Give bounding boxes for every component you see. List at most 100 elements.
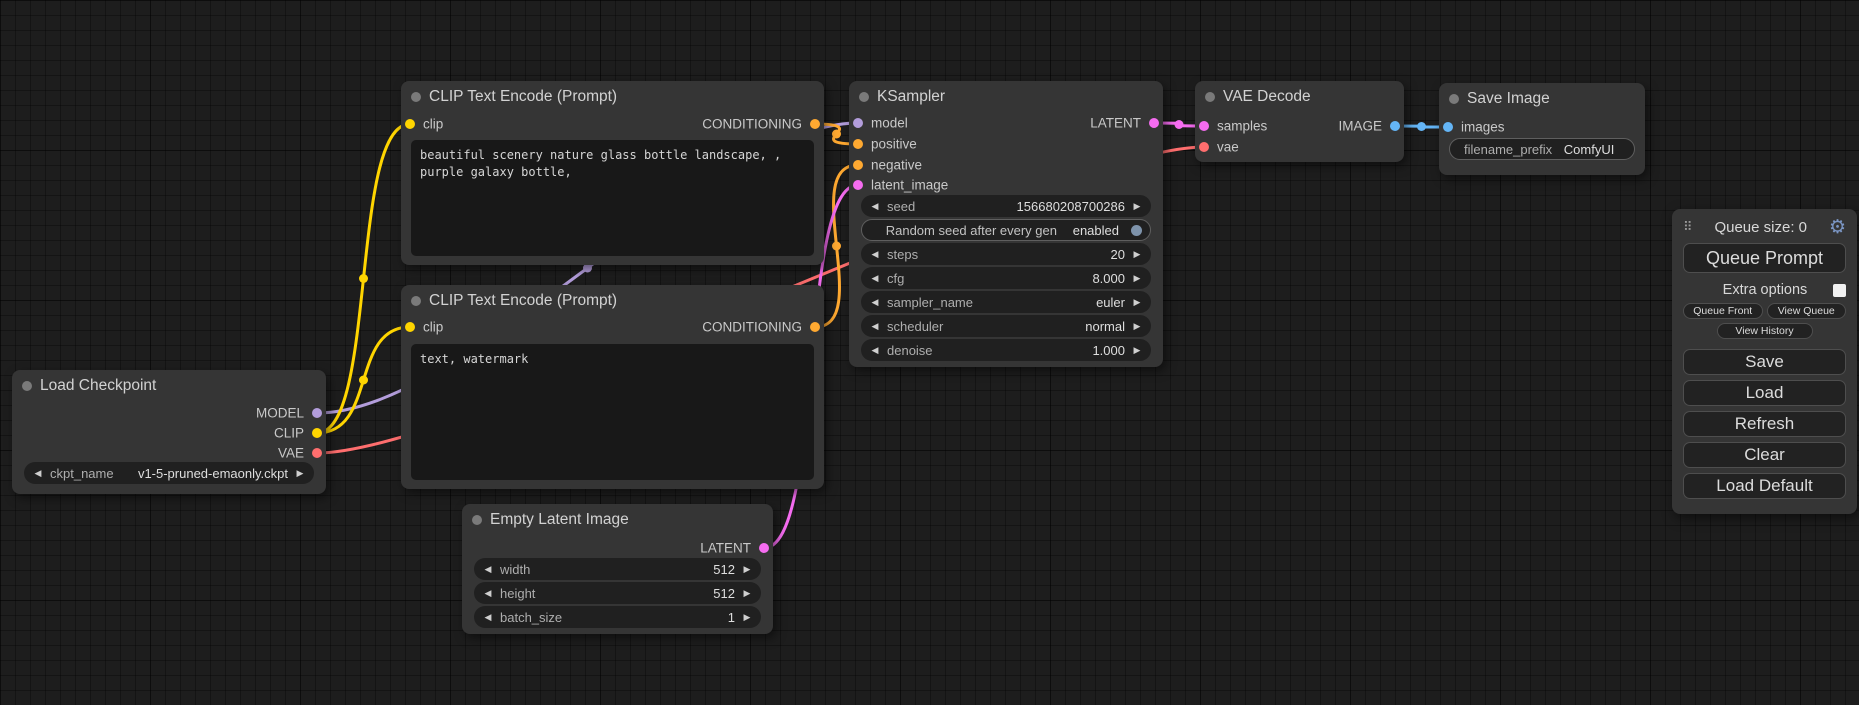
node-title-bar[interactable]: Empty Latent Image xyxy=(462,504,773,535)
batch-size-widget[interactable]: ◀ batch_size 1 ▶ xyxy=(474,606,761,628)
toggle-indicator[interactable] xyxy=(1131,225,1142,236)
collapse-dot[interactable] xyxy=(472,515,482,525)
input-label-clip: clip xyxy=(423,320,443,335)
node-graph-canvas[interactable]: Load Checkpoint MODEL CLIP VAE ◀ ckpt_na… xyxy=(0,0,1859,705)
model-input-port[interactable] xyxy=(853,118,863,128)
model-output-port[interactable] xyxy=(312,408,322,418)
denoise-widget[interactable]: ◀ denoise 1.000 ▶ xyxy=(861,339,1151,361)
queue-prompt-button[interactable]: Queue Prompt xyxy=(1683,243,1846,273)
clip-input-port[interactable] xyxy=(405,119,415,129)
node-clip-text-encode-positive[interactable]: CLIP Text Encode (Prompt) clip CONDITION… xyxy=(401,81,824,265)
negative-input-port[interactable] xyxy=(853,160,863,170)
prev-arrow-icon[interactable]: ◀ xyxy=(869,274,881,283)
widget-label: Random seed after every gen xyxy=(870,223,1073,238)
node-ksampler[interactable]: KSampler model LATENT positive negative … xyxy=(849,81,1163,367)
view-queue-button[interactable]: View Queue xyxy=(1767,303,1847,319)
queue-front-button[interactable]: Queue Front xyxy=(1683,303,1763,319)
collapse-dot[interactable] xyxy=(411,296,421,306)
input-label-negative: negative xyxy=(871,158,922,173)
refresh-button[interactable]: Refresh xyxy=(1683,411,1846,437)
widget-value: 156680208700286 xyxy=(921,199,1125,214)
width-widget[interactable]: ◀ width 512 ▶ xyxy=(474,558,761,580)
load-button[interactable]: Load xyxy=(1683,380,1846,406)
next-arrow-icon[interactable]: ▶ xyxy=(1131,346,1143,355)
queue-panel: ⠿ Queue size: 0 ⚙ Queue Prompt Extra opt… xyxy=(1672,209,1857,514)
height-widget[interactable]: ◀ height 512 ▶ xyxy=(474,582,761,604)
prev-arrow-icon[interactable]: ◀ xyxy=(482,613,494,622)
extra-options-checkbox[interactable] xyxy=(1833,284,1846,297)
next-arrow-icon[interactable]: ▶ xyxy=(1131,322,1143,331)
node-title-bar[interactable]: CLIP Text Encode (Prompt) xyxy=(401,81,824,112)
next-arrow-icon[interactable]: ▶ xyxy=(741,589,753,598)
node-title-bar[interactable]: VAE Decode xyxy=(1195,81,1404,112)
prev-arrow-icon[interactable]: ◀ xyxy=(869,298,881,307)
node-clip-text-encode-negative[interactable]: CLIP Text Encode (Prompt) clip CONDITION… xyxy=(401,285,824,489)
next-arrow-icon[interactable]: ▶ xyxy=(1131,250,1143,259)
random-seed-toggle-widget[interactable]: Random seed after every gen enabled xyxy=(861,219,1151,241)
settings-gear-icon[interactable]: ⚙ xyxy=(1829,218,1846,237)
node-title-bar[interactable]: Save Image xyxy=(1439,83,1645,114)
steps-widget[interactable]: ◀ steps 20 ▶ xyxy=(861,243,1151,265)
drag-handle-icon[interactable]: ⠿ xyxy=(1683,219,1693,235)
node-load-checkpoint[interactable]: Load Checkpoint MODEL CLIP VAE ◀ ckpt_na… xyxy=(12,370,326,494)
next-arrow-icon[interactable]: ▶ xyxy=(1131,202,1143,211)
next-arrow-icon[interactable]: ▶ xyxy=(741,613,753,622)
seed-widget[interactable]: ◀ seed 156680208700286 ▶ xyxy=(861,195,1151,217)
widget-value: v1-5-pruned-emaonly.ckpt xyxy=(120,466,288,481)
prev-arrow-icon[interactable]: ◀ xyxy=(869,346,881,355)
prev-arrow-icon[interactable]: ◀ xyxy=(482,589,494,598)
node-title-bar[interactable]: Load Checkpoint xyxy=(12,370,326,401)
output-label-conditioning: CONDITIONING xyxy=(702,117,802,132)
node-title: Empty Latent Image xyxy=(490,511,629,529)
collapse-dot[interactable] xyxy=(859,92,869,102)
view-history-button[interactable]: View History xyxy=(1717,323,1813,339)
node-save-image[interactable]: Save Image images filename_prefix ComfyU… xyxy=(1439,83,1645,175)
next-arrow-icon[interactable]: ▶ xyxy=(741,565,753,574)
latent-output-port[interactable] xyxy=(1149,118,1159,128)
collapse-dot[interactable] xyxy=(411,92,421,102)
vae-input-port[interactable] xyxy=(1199,142,1209,152)
sampler-name-widget[interactable]: ◀ sampler_name euler ▶ xyxy=(861,291,1151,313)
images-input-port[interactable] xyxy=(1443,122,1453,132)
node-vae-decode[interactable]: VAE Decode samples IMAGE vae xyxy=(1195,81,1404,162)
prev-arrow-icon[interactable]: ◀ xyxy=(869,250,881,259)
prev-arrow-icon[interactable]: ◀ xyxy=(869,322,881,331)
prompt-textarea[interactable]: beautiful scenery nature glass bottle la… xyxy=(411,140,814,256)
collapse-dot[interactable] xyxy=(1449,94,1459,104)
input-label-latent-image: latent_image xyxy=(871,178,948,193)
clear-button[interactable]: Clear xyxy=(1683,442,1846,468)
next-arrow-icon[interactable]: ▶ xyxy=(1131,298,1143,307)
collapse-dot[interactable] xyxy=(1205,92,1215,102)
scheduler-widget[interactable]: ◀ scheduler normal ▶ xyxy=(861,315,1151,337)
ckpt-name-widget[interactable]: ◀ ckpt_name v1-5-pruned-emaonly.ckpt ▶ xyxy=(24,462,314,484)
prompt-textarea[interactable]: text, watermark xyxy=(411,344,814,480)
node-title: Save Image xyxy=(1467,90,1550,108)
node-title-bar[interactable]: KSampler xyxy=(849,81,1163,112)
prev-arrow-icon[interactable]: ◀ xyxy=(32,469,44,478)
clip-output-port[interactable] xyxy=(312,428,322,438)
load-default-button[interactable]: Load Default xyxy=(1683,473,1846,499)
cfg-widget[interactable]: ◀ cfg 8.000 ▶ xyxy=(861,267,1151,289)
positive-input-port[interactable] xyxy=(853,139,863,149)
vae-output-port[interactable] xyxy=(312,448,322,458)
collapse-dot[interactable] xyxy=(22,381,32,391)
clip-input-port[interactable] xyxy=(405,322,415,332)
prev-arrow-icon[interactable]: ◀ xyxy=(869,202,881,211)
samples-input-port[interactable] xyxy=(1199,121,1209,131)
prev-arrow-icon[interactable]: ◀ xyxy=(482,565,494,574)
image-output-port[interactable] xyxy=(1390,121,1400,131)
latent-image-input-port[interactable] xyxy=(853,180,863,190)
next-arrow-icon[interactable]: ▶ xyxy=(294,469,306,478)
node-empty-latent-image[interactable]: Empty Latent Image LATENT ◀ width 512 ▶ … xyxy=(462,504,773,634)
widget-label: batch_size xyxy=(500,610,562,625)
input-label-clip: clip xyxy=(423,117,443,132)
filename-prefix-widget[interactable]: filename_prefix ComfyUI xyxy=(1449,138,1635,160)
conditioning-output-port[interactable] xyxy=(810,119,820,129)
next-arrow-icon[interactable]: ▶ xyxy=(1131,274,1143,283)
widget-label: height xyxy=(500,586,535,601)
save-button[interactable]: Save xyxy=(1683,349,1846,375)
widget-value: normal xyxy=(949,319,1125,334)
node-title-bar[interactable]: CLIP Text Encode (Prompt) xyxy=(401,285,824,316)
conditioning-output-port[interactable] xyxy=(810,322,820,332)
latent-output-port[interactable] xyxy=(759,543,769,553)
